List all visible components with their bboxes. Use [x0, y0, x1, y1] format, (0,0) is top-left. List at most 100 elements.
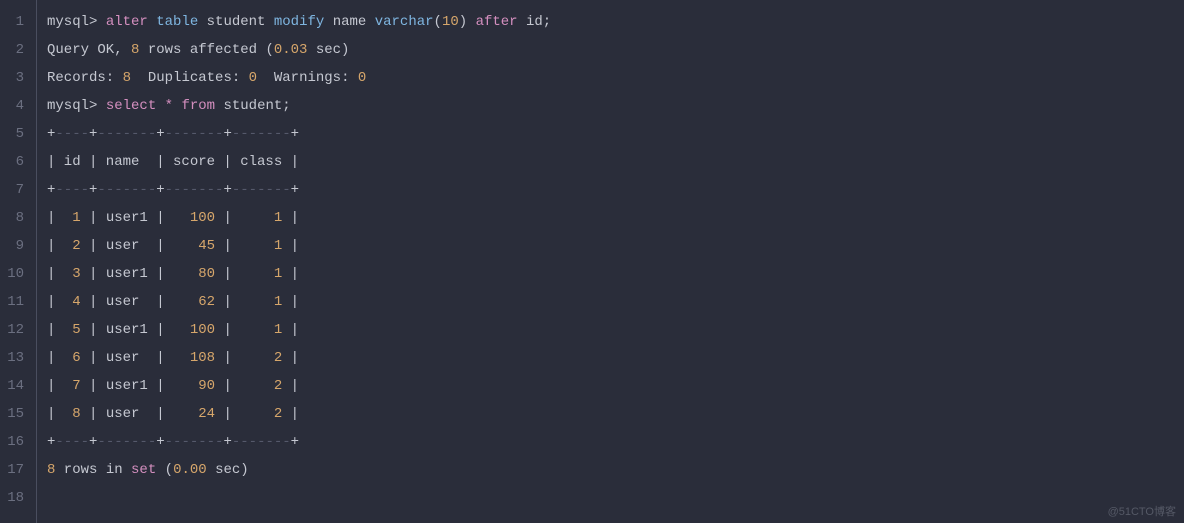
token-ident: + — [223, 126, 231, 142]
token-ident: + — [156, 182, 164, 198]
line-number: 3 — [0, 64, 28, 92]
token-dim: ------- — [232, 182, 291, 198]
line-number: 11 — [0, 288, 28, 316]
token-ident: student; — [215, 98, 291, 114]
token-ident: | — [47, 294, 72, 310]
code-line[interactable]: +----+-------+-------+-------+ — [47, 120, 551, 148]
token-ident: + — [156, 434, 164, 450]
token-ident: | — [215, 322, 274, 338]
token-ident: | — [215, 266, 274, 282]
token-num: 100 — [190, 210, 215, 226]
watermark-text: @51CTO博客 — [1108, 503, 1176, 519]
token-ident: | — [47, 378, 72, 394]
line-number: 10 — [0, 260, 28, 288]
line-number: 4 — [0, 92, 28, 120]
token-ident: | — [282, 322, 299, 338]
token-ident: | — [215, 294, 274, 310]
token-num: 45 — [198, 238, 215, 254]
token-punct: ) — [459, 14, 476, 30]
token-ident: | — [215, 238, 274, 254]
token-num: 1 — [72, 210, 80, 226]
code-line[interactable]: | 8 | user | 24 | 2 | — [47, 400, 551, 428]
token-ident: | id | name | score | class | — [47, 154, 299, 170]
token-ident: | — [282, 378, 299, 394]
token-num: 80 — [198, 266, 215, 282]
token-ident: | — [215, 350, 274, 366]
token-num: 108 — [190, 350, 215, 366]
token-num: 3 — [72, 266, 80, 282]
code-line[interactable]: | id | name | score | class | — [47, 148, 551, 176]
code-line[interactable]: | 2 | user | 45 | 1 | — [47, 232, 551, 260]
token-ident: | — [47, 266, 72, 282]
token-num: 0.00 — [173, 462, 207, 478]
line-number: 14 — [0, 372, 28, 400]
code-line[interactable]: Query OK, 8 rows affected (0.03 sec) — [47, 36, 551, 64]
token-ident: | user | — [81, 350, 190, 366]
code-line[interactable]: 8 rows in set (0.00 sec) — [47, 456, 551, 484]
token-num: 6 — [72, 350, 80, 366]
token-ident: | — [282, 350, 299, 366]
token-ident: Query OK, — [47, 42, 131, 58]
line-number: 8 — [0, 204, 28, 232]
token-dim: ------- — [165, 126, 224, 142]
token-ident: rows in — [55, 462, 131, 478]
token-dim: ------- — [97, 126, 156, 142]
code-line[interactable]: | 5 | user1 | 100 | 1 | — [47, 316, 551, 344]
token-dim: ------- — [97, 434, 156, 450]
token-ident: + — [156, 126, 164, 142]
token-ident: | — [215, 210, 274, 226]
token-kw1: from — [181, 98, 215, 114]
token-type: varchar — [375, 14, 434, 30]
line-number: 5 — [0, 120, 28, 148]
token-num: 24 — [198, 406, 215, 422]
token-ident: | — [282, 406, 299, 422]
token-ident: | — [47, 350, 72, 366]
token-dim: ---- — [55, 434, 89, 450]
code-area[interactable]: mysql> alter table student modify name v… — [37, 0, 561, 523]
token-ident: ( — [156, 462, 173, 478]
token-ident: id; — [518, 14, 552, 30]
code-line[interactable]: +----+-------+-------+-------+ — [47, 428, 551, 456]
token-kw1: after — [476, 14, 518, 30]
token-ident — [156, 98, 164, 114]
token-kw1: alter — [106, 14, 148, 30]
token-ident: sec) — [207, 462, 249, 478]
token-ident: | user1 | — [81, 378, 199, 394]
line-number: 1 — [0, 8, 28, 36]
token-num: 8 — [72, 406, 80, 422]
token-ident: name — [324, 14, 374, 30]
code-line[interactable]: Records: 8 Duplicates: 0 Warnings: 0 — [47, 64, 551, 92]
token-ident: | user | — [81, 406, 199, 422]
token-ident: Warnings: — [257, 70, 358, 86]
token-num: 100 — [190, 322, 215, 338]
code-line[interactable]: | 7 | user1 | 90 | 2 | — [47, 372, 551, 400]
token-num: 4 — [72, 294, 80, 310]
token-ident: rows affected ( — [139, 42, 273, 58]
code-line[interactable]: mysql> alter table student modify name v… — [47, 8, 551, 36]
code-editor[interactable]: 123456789101112131415161718 mysql> alter… — [0, 0, 1184, 523]
token-ident: student — [198, 14, 274, 30]
token-ident: | — [215, 406, 274, 422]
code-line[interactable]: | 6 | user | 108 | 2 | — [47, 344, 551, 372]
token-ident: sec) — [307, 42, 349, 58]
line-number: 17 — [0, 456, 28, 484]
code-line[interactable]: | 4 | user | 62 | 1 | — [47, 288, 551, 316]
token-ident: | — [282, 238, 299, 254]
code-line[interactable]: mysql> select * from student; — [47, 92, 551, 120]
token-ident: | — [282, 266, 299, 282]
token-num: 2 — [72, 238, 80, 254]
line-number: 7 — [0, 176, 28, 204]
code-line[interactable]: +----+-------+-------+-------+ — [47, 176, 551, 204]
token-ident: | user1 | — [81, 266, 199, 282]
token-ident: | — [47, 322, 72, 338]
token-num: 0.03 — [274, 42, 308, 58]
code-line[interactable]: | 3 | user1 | 80 | 1 | — [47, 260, 551, 288]
token-ident: | user | — [81, 294, 199, 310]
token-dim: ------- — [232, 434, 291, 450]
line-number: 13 — [0, 344, 28, 372]
line-number: 15 — [0, 400, 28, 428]
token-dim: ------- — [232, 126, 291, 142]
token-ident: | user1 | — [81, 322, 190, 338]
code-line[interactable]: | 1 | user1 | 100 | 1 | — [47, 204, 551, 232]
token-ident: + — [291, 434, 299, 450]
